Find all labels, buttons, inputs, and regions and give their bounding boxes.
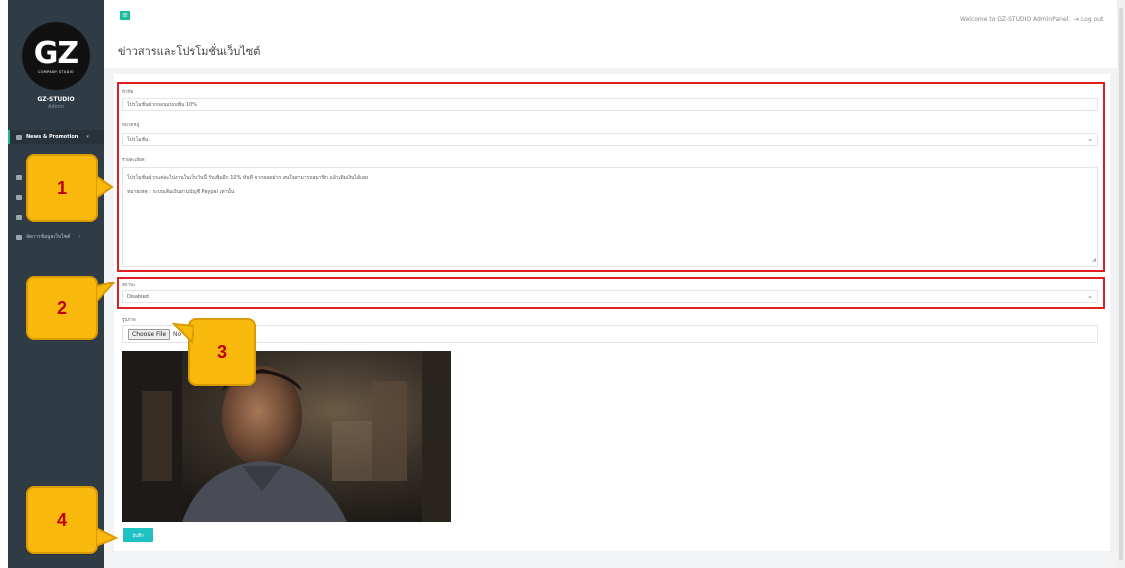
callout-2: 2 [26, 276, 116, 340]
user-name: GZ-STUDIO [37, 96, 75, 103]
callout-number: 1 [56, 177, 67, 198]
resize-handle-icon[interactable]: ◢ [1092, 255, 1096, 265]
logout-label: Log out [1080, 16, 1104, 23]
logo-text: GZ [33, 35, 79, 71]
callout-1: 1 [26, 154, 114, 222]
sidebar-item-label: จัดการข้อมูลเว็บไซต์ [26, 234, 71, 240]
chevron-down-icon: ⌄ [1087, 292, 1093, 300]
user-role: Admin [48, 104, 64, 110]
preview-photo-graphic [122, 351, 451, 522]
logout-icon: ⇥ [1074, 16, 1081, 23]
gears-icon [16, 234, 22, 240]
callout-3: 3 [172, 318, 256, 386]
top-bar [104, 0, 1125, 30]
logo-subtext: COMPANY STUDIO [38, 69, 74, 74]
title-label: หัวข้อ [122, 90, 134, 95]
detail-line-1: โปรโมชั่นฝากแต่ละไปงานในเว็บวันนี้ รับเพ… [127, 175, 368, 181]
status-select[interactable]: Disabled ⌄ [122, 290, 1098, 303]
company-logo: GZ COMPANY STUDIO [22, 22, 90, 90]
list-icon [16, 174, 22, 180]
callout-number: 3 [216, 341, 227, 362]
sidebar-item-website-settings[interactable]: จัดการข้อมูลเว็บไซต์ ‹ [8, 230, 104, 244]
hamburger-menu-button[interactable]: ≡ [120, 11, 130, 20]
newspaper-icon [16, 134, 22, 140]
category-select[interactable]: โปรโมชั่น ⌄ [122, 133, 1098, 146]
welcome-text: Welcome to GZ-STUDIO AdminPanel. [960, 16, 1071, 23]
file-input-row: Choose File No [122, 325, 1098, 343]
chevron-left-icon: ‹ [78, 234, 81, 240]
detail-line-2: หมายเหตุ : ระบบเติมเงินผ่านบัญชี Paypal … [127, 189, 235, 195]
save-button[interactable]: บันทึก [123, 528, 153, 542]
callout-number: 4 [56, 509, 67, 530]
choose-file-button[interactable]: Choose File [128, 329, 171, 340]
users-icon [16, 194, 22, 200]
chevron-down-icon: ▾ [86, 134, 89, 140]
page-title: ข่าวสารและโปรโมชั่นเว็บไซต์ [118, 45, 261, 58]
callout-pointer [96, 282, 116, 304]
category-label: หมวดหมู่ [122, 123, 140, 128]
callout-4: 4 [26, 486, 118, 554]
title-input[interactable]: โปรโมชั่นฝากถอนแบกเพิ่ม 10% [122, 98, 1098, 111]
detail-label: รายละเอียด [122, 158, 145, 163]
logout-link[interactable]: ⇥ Log out [1074, 16, 1103, 23]
status-value: Disabled [127, 293, 149, 300]
status-label: สถานะ [122, 283, 136, 288]
image-preview [122, 351, 451, 522]
callout-number: 2 [56, 297, 67, 318]
callout-pointer [96, 176, 114, 198]
sidebar-item-label: News & Promotion [26, 134, 79, 140]
users-icon [16, 214, 22, 220]
detail-textarea[interactable]: โปรโมชั่นฝากแต่ละไปงานในเว็บวันนี้ รับเพ… [122, 167, 1098, 267]
chevron-down-icon: ⌄ [1087, 135, 1093, 143]
scrollbar-thumb[interactable] [1119, 8, 1123, 560]
image-label: รูปภาพ [122, 318, 136, 323]
category-value: โปรโมชั่น [127, 136, 149, 143]
callout-pointer [96, 528, 118, 548]
window-edge [0, 0, 8, 568]
sidebar-item-news-promotion[interactable]: News & Promotion ▾ [8, 130, 104, 144]
callout-pointer [172, 322, 194, 344]
